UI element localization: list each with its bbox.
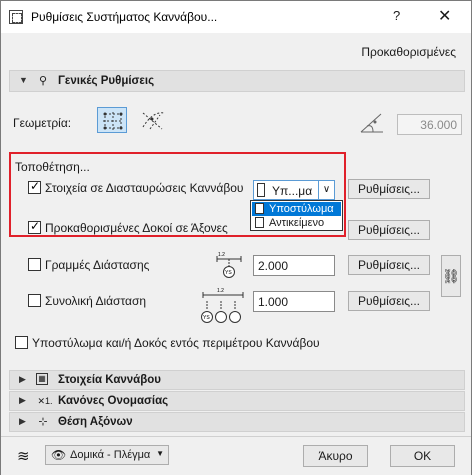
cancel-button[interactable]: Άκυρο: [303, 445, 368, 467]
dropdown-option-label: Υποστύλωμα: [269, 203, 334, 215]
window-title: Ρυθμίσεις Συστήματος Καννάβου...: [31, 10, 218, 24]
chevron-down-icon: ▼: [156, 449, 164, 458]
grid-elements-icon: ▦: [36, 373, 48, 385]
naming-icon: ✕1.: [37, 396, 53, 406]
overall-dimension-label: Συνολική Διάσταση: [45, 294, 147, 308]
placement-title: Τοποθέτηση...: [15, 160, 90, 174]
naming-rules-panel-title: Κανόνες Ονομασίας: [58, 395, 169, 407]
app-icon: [9, 10, 23, 24]
naming-rules-panel-header[interactable]: ▶ ✕1. Κανόνες Ονομασίας: [9, 391, 465, 411]
column-icon: [255, 203, 264, 214]
footer-bar: ≋ 👁 Δομικά - Πλέγμα ▼ Άκυρο ΟΚ: [1, 436, 471, 475]
dimension-lines-icon: 1.2 YS: [215, 251, 245, 279]
pin-icon: ⚲: [38, 75, 48, 87]
element-type-dropdown: Υποστύλωμα Αντικείμενο: [250, 200, 343, 231]
help-button[interactable]: ?: [393, 8, 400, 23]
dimension-lines-checkbox[interactable]: [28, 258, 41, 271]
layer-select[interactable]: 👁 Δομικά - Πλέγμα ▼: [45, 445, 169, 465]
perimeter-label: Υποστύλωμα και/ή Δοκός εντός περιμέτρου …: [32, 336, 320, 350]
dimension-lines-icon-badge: YS: [225, 270, 232, 276]
expand-right-icon: ▶: [19, 416, 26, 426]
grid-elements-panel-title: Στοιχεία Καννάβου: [58, 374, 161, 386]
dropdown-option-column[interactable]: Υποστύλωμα: [252, 202, 341, 216]
polar-grid-icon: [142, 112, 165, 130]
expand-right-icon: ▶: [19, 395, 26, 405]
dropdown-option-label: Αντικείμενο: [269, 217, 325, 229]
axis-position-panel-header[interactable]: ▶ ⊹ Θέση Αξόνων: [9, 412, 465, 432]
preset-label[interactable]: Προκαθορισμένες: [361, 45, 456, 59]
expand-down-icon: ▼: [19, 75, 28, 85]
expand-right-icon: ▶: [19, 374, 26, 384]
angle-field: 36.000: [397, 114, 462, 135]
dimension-lines-settings-button[interactable]: Ρυθμίσεις...: [348, 255, 430, 275]
grid-elements-panel-header[interactable]: ▶ ▦ Στοιχεία Καννάβου: [9, 370, 465, 390]
ok-button[interactable]: ΟΚ: [390, 445, 455, 467]
chain-link-icon: ⛓: [442, 268, 460, 284]
dimension-lines-icon-text: 1.2: [218, 252, 225, 258]
dimension-lines-label: Γραμμές Διάστασης: [45, 258, 150, 272]
rectangular-grid-button[interactable]: [97, 107, 127, 133]
angle-icon: [357, 110, 387, 136]
default-beams-label: Προκαθορισμένες Δοκοί σε Άξονες: [45, 221, 228, 235]
grid-elements-checkbox[interactable]: [28, 179, 41, 194]
element-type-combo[interactable]: Υπ...μα ∨: [253, 180, 335, 200]
overall-dimension-field[interactable]: 1.000: [253, 291, 335, 312]
column-icon: [257, 183, 265, 197]
overall-dimension-icon-text: 1.2: [217, 288, 224, 294]
dropdown-option-object[interactable]: Αντικείμενο: [252, 216, 341, 230]
close-button[interactable]: ✕: [438, 6, 451, 26]
default-beams-checkbox[interactable]: [28, 219, 41, 234]
overall-dimension-settings-button[interactable]: Ρυθμίσεις...: [348, 291, 430, 311]
eye-icon: 👁: [51, 448, 67, 462]
object-icon: [255, 217, 264, 228]
grid-elements-label: Στοιχεία σε Διασταυρώσεις Καννάβου: [45, 181, 244, 195]
axis-position-icon: ⊹: [38, 416, 48, 428]
link-chain-button[interactable]: ⛓: [441, 255, 461, 297]
geometry-label: Γεωμετρία:: [13, 116, 72, 130]
axis-position-panel-title: Θέση Αξόνων: [58, 416, 133, 428]
grid-elements-settings-button[interactable]: Ρυθμίσεις...: [348, 179, 430, 199]
default-beams-settings-button[interactable]: Ρυθμίσεις...: [348, 220, 430, 240]
general-settings-panel-header[interactable]: ▼ ⚲ Γενικές Ρυθμίσεις: [9, 70, 465, 92]
perimeter-checkbox[interactable]: [15, 336, 28, 349]
layer-select-value: Δομικά - Πλέγμα: [70, 449, 151, 461]
layers-icon: ≋: [17, 448, 30, 465]
overall-dimension-icon-badge: YS: [203, 315, 210, 321]
chevron-down-icon[interactable]: ∨: [318, 181, 334, 199]
element-type-value: Υπ...μα: [272, 184, 313, 198]
general-settings-title: Γενικές Ρυθμίσεις: [58, 75, 155, 87]
overall-dimension-icon: 1.2 YS: [199, 287, 247, 327]
rectangular-grid-icon: [103, 112, 123, 130]
dimension-lines-field[interactable]: 2.000: [253, 255, 335, 276]
title-bar: Ρυθμίσεις Συστήματος Καννάβου... ? ✕: [1, 1, 471, 33]
polar-grid-button[interactable]: [138, 107, 168, 133]
overall-dimension-checkbox[interactable]: [28, 294, 41, 307]
dialog-window: Ρυθμίσεις Συστήματος Καννάβου... ? ✕ Προ…: [0, 0, 472, 475]
